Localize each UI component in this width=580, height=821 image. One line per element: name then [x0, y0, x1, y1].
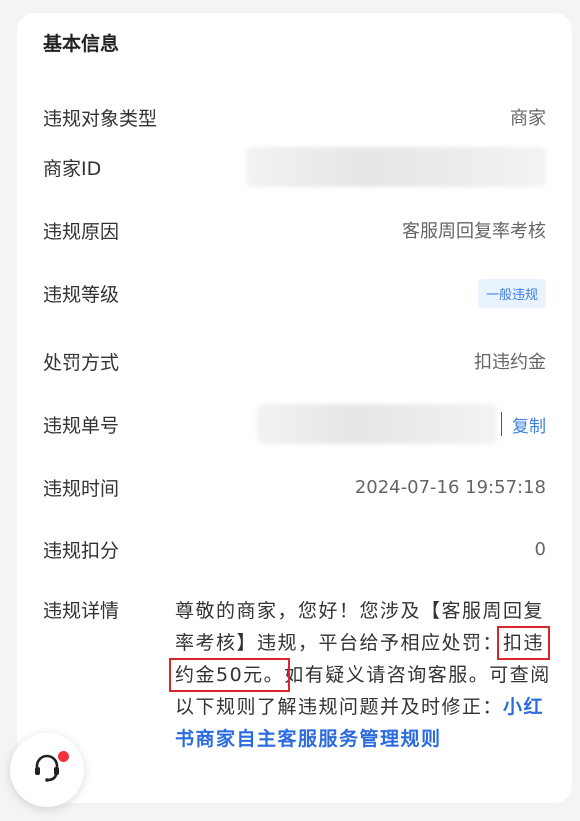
- violation-detail-label: 违规详情: [43, 600, 120, 622]
- copy-button[interactable]: 复制: [512, 412, 546, 437]
- violation-number-wrap: 复制: [257, 404, 546, 444]
- row-violation-points: 违规扣分 0: [43, 529, 546, 569]
- row-value: 0: [534, 538, 546, 560]
- row-label: 违规单号: [43, 414, 120, 437]
- row-value: 2024-07-16 19:57:18: [354, 476, 546, 498]
- row-violation-object-type: 违规对象类型 商家: [43, 97, 546, 137]
- violation-number-redacted: [257, 404, 497, 444]
- row-violation-time: 违规时间 2024-07-16 19:57:18: [43, 467, 546, 507]
- row-penalty-method: 处罚方式 扣违约金: [43, 341, 546, 381]
- basic-info-card: 基本信息 违规对象类型 商家 商家ID 违规原因 客服周回复率考核 违规等级 一…: [17, 13, 572, 803]
- row-value: 商家: [510, 108, 546, 129]
- section-title: 基本信息: [43, 33, 120, 55]
- row-violation-level: 违规等级 一般违规: [43, 273, 546, 313]
- row-label: 违规原因: [43, 220, 120, 243]
- row-violation-reason: 违规原因 客服周回复率考核: [43, 210, 546, 250]
- customer-service-button[interactable]: [10, 733, 84, 807]
- row-label: 违规对象类型: [43, 107, 158, 130]
- violation-detail-text: 尊敬的商家，您好！您涉及【客服周回复率考核】违规，平台给予相应处罚：扣违约金50…: [168, 595, 551, 755]
- row-label: 违规扣分: [43, 539, 120, 562]
- detail-text-before: 尊敬的商家，您好！您涉及【客服周回复率考核】违规，平台给予相应处罚：: [175, 600, 545, 654]
- row-value: 客服周回复率考核: [402, 221, 546, 242]
- row-label: 处罚方式: [43, 351, 120, 374]
- notification-dot: [57, 750, 70, 763]
- row-label: 违规等级: [43, 283, 120, 306]
- divider: [501, 412, 502, 436]
- row-value: 扣违约金: [474, 352, 546, 373]
- row-merchant-id: 商家ID: [43, 147, 546, 187]
- violation-level-badge: 一般违规: [477, 278, 546, 308]
- row-label: 商家ID: [43, 157, 102, 180]
- merchant-id-redacted: [246, 147, 546, 187]
- row-label: 违规时间: [43, 477, 120, 500]
- row-violation-number: 违规单号 复制: [43, 404, 546, 444]
